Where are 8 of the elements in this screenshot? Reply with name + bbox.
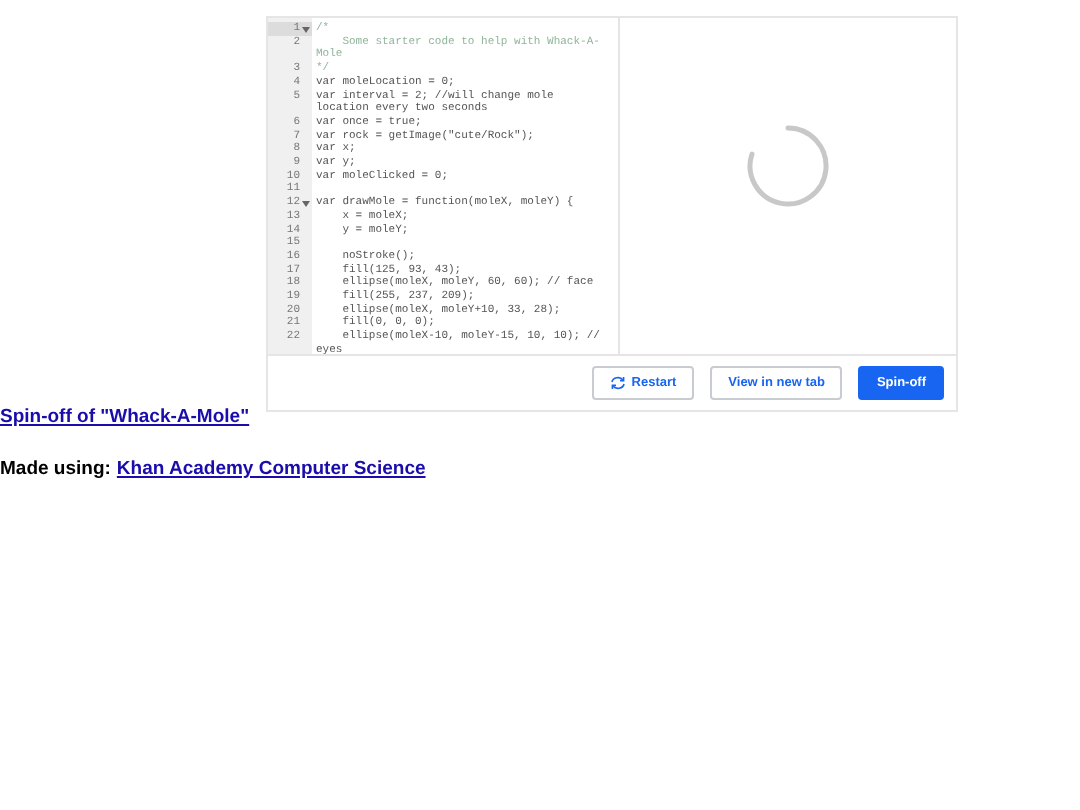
fold-arrow-icon[interactable] bbox=[302, 200, 310, 209]
fold-arrow-icon[interactable] bbox=[302, 26, 310, 34]
made-using-label: Made using: bbox=[0, 456, 111, 484]
code-editor[interactable] bbox=[268, 18, 620, 354]
khan-academy-link[interactable]: Khan Academy Computer Science bbox=[116, 456, 426, 485]
refresh-icon bbox=[609, 376, 626, 390]
title-link[interactable]: Spin-off of "Whack-A-Mole" bbox=[0, 406, 250, 428]
loading-spinner-icon bbox=[746, 124, 830, 208]
